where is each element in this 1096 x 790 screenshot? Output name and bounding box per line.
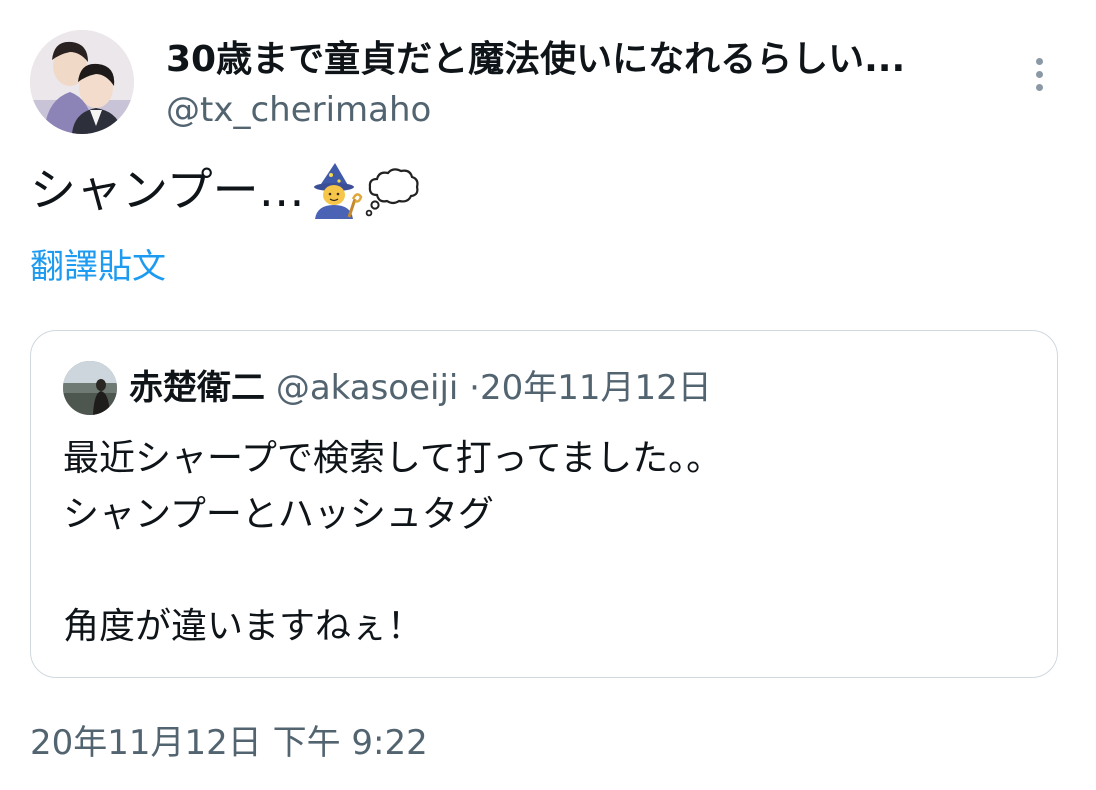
quote-line — [63, 543, 722, 599]
tweet-text-content: シャンプー… — [30, 163, 305, 217]
author-avatar-image — [30, 30, 134, 134]
more-dot — [1036, 71, 1043, 78]
tweet-timestamp[interactable]: 20年11月12日 下午 9:22 — [30, 720, 428, 766]
thought-balloon-emoji-icon — [365, 168, 419, 217]
mage-emoji-icon — [313, 163, 363, 219]
more-dot — [1036, 58, 1043, 65]
quote-separator: · — [469, 368, 480, 408]
author-handle[interactable]: @tx_cherimaho — [166, 88, 431, 132]
quote-header: 赤楚衛二 @akasoeiji ·20年11月12日 — [129, 365, 712, 411]
quote-avatar-image — [63, 361, 117, 415]
quote-date[interactable]: 20年11月12日 — [480, 368, 712, 408]
quote-line: シャンプーとハッシュタグ — [63, 494, 494, 535]
quote-line: 最近シャープで検索して打ってました。。 — [63, 438, 723, 479]
quote-author-name[interactable]: 赤楚衛二 — [129, 368, 265, 408]
quote-line: 角度が違いますねぇ！ — [63, 606, 424, 647]
author-display-name[interactable]: 30歳まで童貞だと魔法使いになれるらしい... — [166, 36, 905, 84]
quote-body: 最近シャープで検索して打ってました。。 シャンプーとハッシュタグ 角度が違います… — [63, 431, 722, 655]
translate-tweet-link[interactable]: 翻譯貼文 — [30, 245, 166, 289]
quote-author-handle[interactable]: @akasoeiji — [276, 368, 459, 408]
more-dot — [1036, 84, 1043, 91]
author-avatar[interactable] — [30, 30, 134, 134]
quote-author-avatar[interactable] — [63, 361, 117, 415]
tweet-text: シャンプー… — [30, 160, 421, 220]
quoted-tweet-card[interactable]: 赤楚衛二 @akasoeiji ·20年11月12日 最近シャープで検索して打っ… — [30, 330, 1058, 678]
more-options-icon[interactable] — [1026, 54, 1054, 94]
